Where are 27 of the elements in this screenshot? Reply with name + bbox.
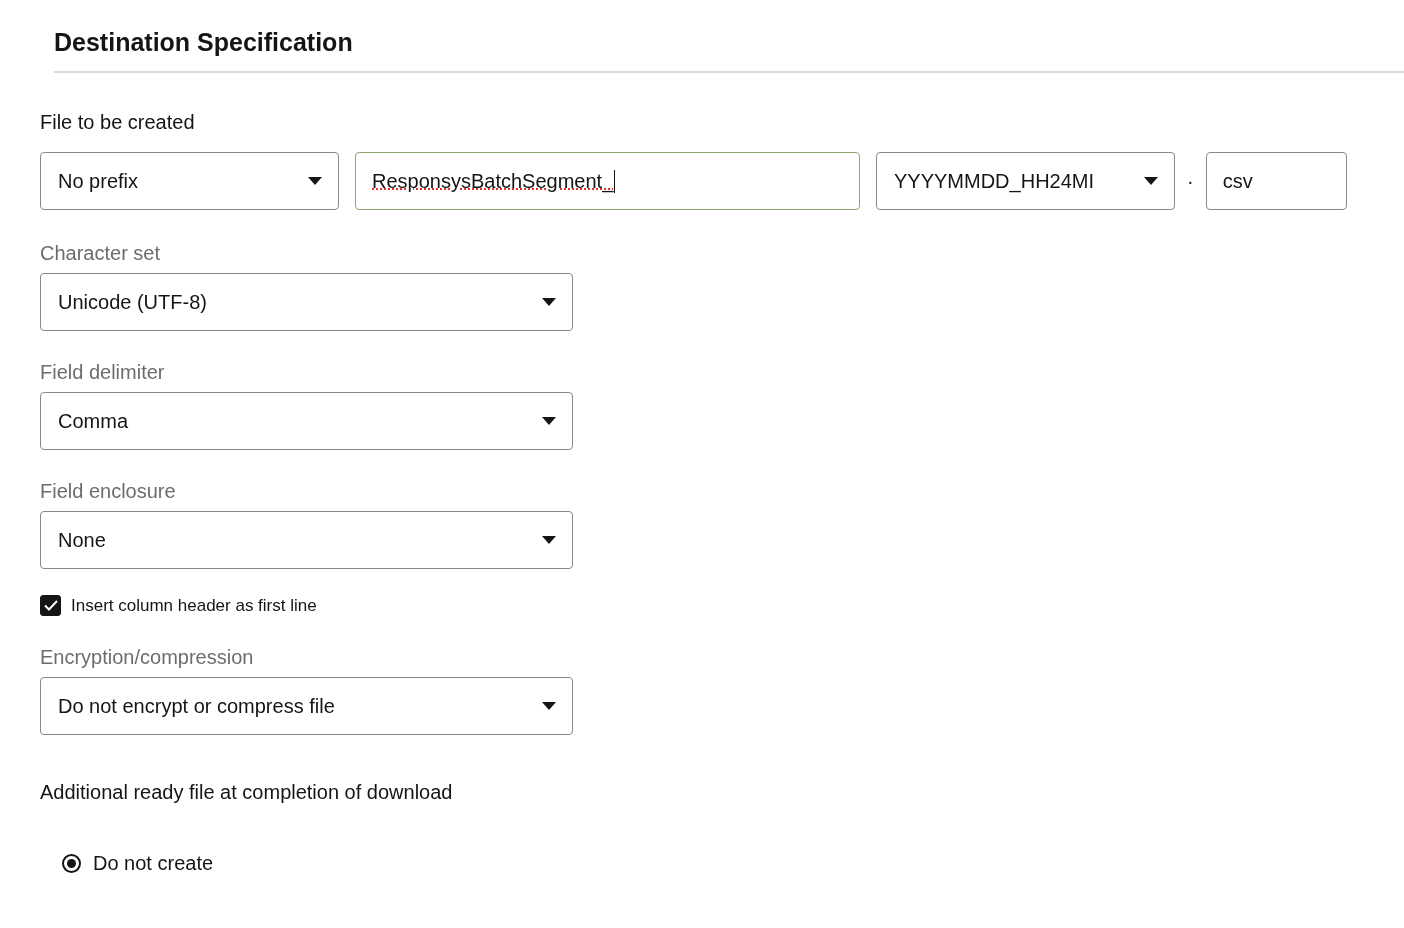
caret-icon xyxy=(1144,177,1158,185)
field-label: Additional ready file at completion of download xyxy=(40,781,454,804)
file-name-input[interactable]: ResponsysBatchSegment_ xyxy=(355,152,860,210)
extension-input[interactable]: csv xyxy=(1205,152,1347,210)
field-label: Field enclosure xyxy=(40,480,177,503)
radio-button[interactable] xyxy=(62,854,81,873)
section-title: Destination Specification xyxy=(54,28,1404,73)
dropdown-select[interactable]: Unicode (UTF-8) xyxy=(40,273,573,331)
field-label: Field delimiter xyxy=(40,361,166,384)
dropdown-select[interactable]: None xyxy=(40,511,573,569)
field-label: File to be created xyxy=(40,111,196,134)
date-format-select[interactable]: YYYYMMDD_HH24MI xyxy=(876,152,1175,210)
caret-icon xyxy=(542,536,556,544)
field-label: Encryption/compression xyxy=(40,646,255,669)
caret-icon xyxy=(542,298,556,306)
checkbox-label: Insert column header as first line xyxy=(71,595,317,616)
caret-icon xyxy=(542,702,556,710)
radio-label: Do not create xyxy=(93,852,214,875)
caret-icon xyxy=(308,177,322,185)
field-label: Character set xyxy=(40,242,162,265)
checkbox[interactable] xyxy=(40,595,61,616)
dropdown-select[interactable]: Do not encrypt or compress file xyxy=(40,677,573,735)
caret-icon xyxy=(542,417,556,425)
prefix-select[interactable]: No prefix xyxy=(40,152,339,210)
dropdown-select[interactable]: Comma xyxy=(40,392,573,450)
separator-dot: · xyxy=(1187,169,1194,193)
checkmark-icon xyxy=(43,600,58,611)
